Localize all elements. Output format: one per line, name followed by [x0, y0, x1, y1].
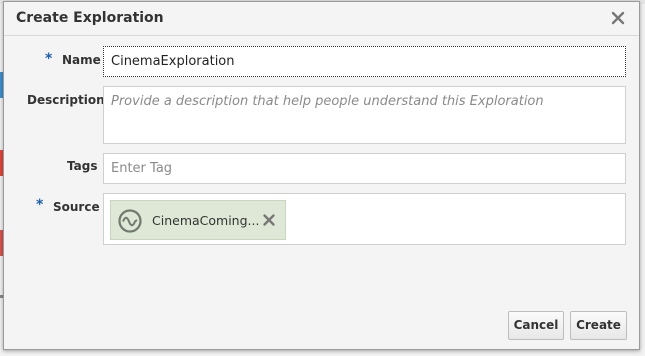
name-required-marker: * [45, 51, 53, 67]
name-input-value: CinemaExploration [111, 54, 235, 69]
source-chip[interactable]: CinemaComing... [110, 200, 286, 240]
tags-placeholder: Enter Tag [111, 161, 173, 176]
dialog-title: Create Exploration [16, 10, 164, 26]
close-icon [611, 11, 625, 25]
page: Create Exploration * Name CinemaExplorat… [0, 0, 645, 356]
source-field[interactable]: CinemaComing... [103, 193, 626, 245]
cancel-button[interactable]: Cancel [508, 311, 564, 340]
create-exploration-dialog: Create Exploration * Name CinemaExplorat… [3, 1, 640, 350]
dialog-header: Create Exploration [4, 2, 639, 36]
remove-source-button[interactable] [262, 213, 276, 227]
source-label: Source [53, 200, 100, 214]
remove-icon [263, 214, 275, 226]
description-placeholder: Provide a description that help people u… [111, 94, 544, 109]
description-textarea[interactable]: Provide a description that help people u… [103, 86, 626, 144]
create-button[interactable]: Create [570, 311, 627, 340]
close-button[interactable] [611, 11, 625, 25]
tags-label: Tags [67, 159, 98, 173]
source-required-marker: * [36, 197, 44, 213]
name-input[interactable]: CinemaExploration [103, 46, 626, 77]
description-label: Description [27, 93, 105, 107]
data-source-icon [118, 209, 142, 233]
tags-input[interactable]: Enter Tag [103, 153, 626, 184]
name-label: Name [62, 53, 101, 67]
source-chip-label: CinemaComing... [152, 213, 260, 228]
